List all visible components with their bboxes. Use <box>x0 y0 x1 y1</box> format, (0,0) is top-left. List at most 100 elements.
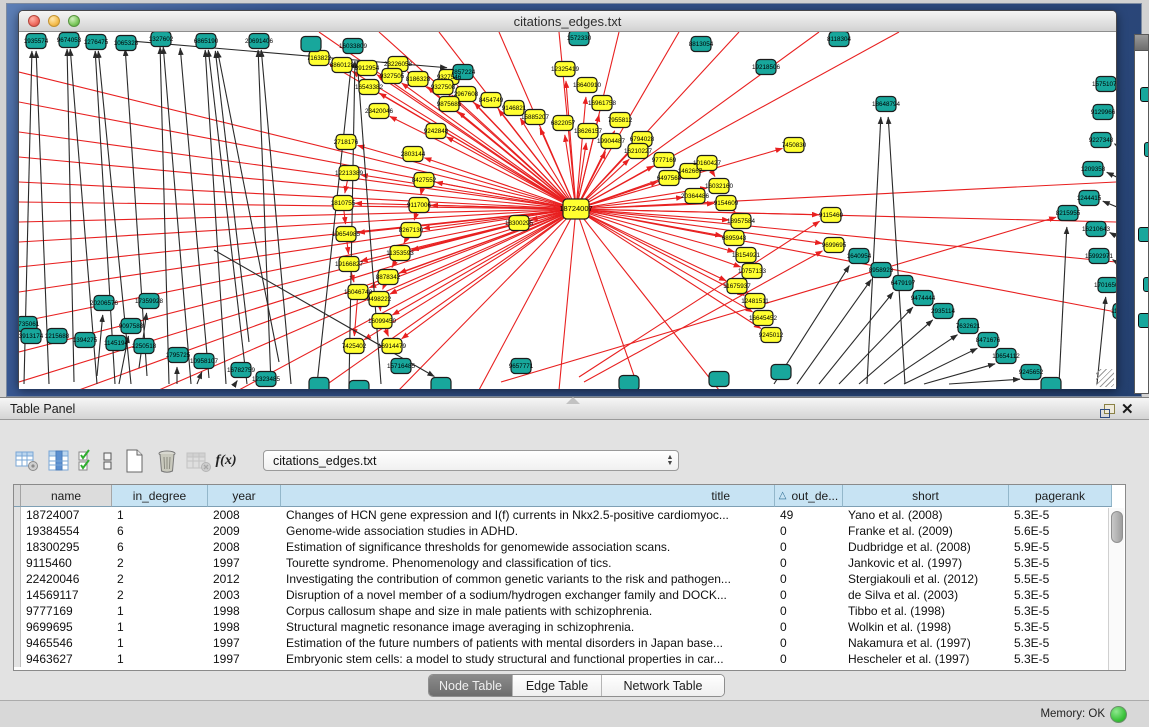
close-window-button[interactable] <box>28 15 40 27</box>
float-panel-icon[interactable] <box>1100 404 1115 417</box>
graph-node-label: 3913174 <box>19 333 44 340</box>
graph-node-label: 9245012 <box>759 332 784 339</box>
cell: Stergiakouli et al. (2012) <box>843 571 1009 587</box>
graph-node-label: 16210643 <box>1082 226 1111 233</box>
background-window-titlebar <box>1135 35 1148 51</box>
cell: 5.3E-5 <box>1009 507 1112 523</box>
table-row[interactable]: 1830029562008Estimation of significance … <box>14 539 1125 555</box>
graph-node-label: 16099459 <box>368 318 397 325</box>
cell: 2 <box>112 587 208 603</box>
cell: 1998 <box>208 603 281 619</box>
graph-node-label: 18640910 <box>573 82 602 89</box>
graph-node-label: 1250518 <box>132 343 157 350</box>
graph-node[interactable] <box>771 365 791 380</box>
graph-node-label: 9154609 <box>714 200 739 207</box>
column-header-short[interactable]: short <box>843 485 1009 507</box>
scrollbar-thumb[interactable] <box>1111 511 1123 543</box>
graph-node[interactable] <box>619 376 639 390</box>
cell: 5.3E-5 <box>1009 603 1112 619</box>
window-titlebar[interactable]: citations_edges.txt <box>19 11 1116 32</box>
column-header-name[interactable]: name <box>21 485 112 507</box>
graph-node-label: 20691406 <box>245 38 274 45</box>
graph-node[interactable] <box>1041 378 1061 390</box>
cell: 9465546 <box>21 635 112 651</box>
cell: 18724007 <box>21 507 112 523</box>
column-header-in-degree[interactable]: in_degree <box>112 485 208 507</box>
cell: 2003 <box>208 587 281 603</box>
create-attribute-icon[interactable] <box>122 448 148 474</box>
minimize-window-button[interactable] <box>48 15 60 27</box>
table-row[interactable]: 1938455462009Genome-wide association stu… <box>14 523 1125 539</box>
window-resize-grip[interactable] <box>1096 369 1114 387</box>
tab-edge-table[interactable]: Edge Table <box>513 675 602 696</box>
graph-node-label: 15751074 <box>1092 81 1116 88</box>
tab-network-table[interactable]: Network Table <box>602 675 724 696</box>
graph-node[interactable] <box>309 378 329 390</box>
table-row[interactable]: 911546021997Tourette syndrome. Phenomeno… <box>14 555 1125 571</box>
table-settings-icon[interactable] <box>14 448 40 474</box>
graph-node[interactable] <box>431 378 451 390</box>
cell: 2 <box>112 555 208 571</box>
column-header-year[interactable]: year <box>208 485 281 507</box>
function-builder-icon[interactable]: f(x) <box>218 448 234 474</box>
graph-node <box>1143 277 1149 292</box>
zoom-window-button[interactable] <box>68 15 80 27</box>
cell: de Silva et al. (2003) <box>843 587 1009 603</box>
graph-node[interactable] <box>709 372 729 387</box>
cell: 0 <box>775 523 843 539</box>
show-columns-icon[interactable] <box>46 448 72 474</box>
graph-node-label: 23226058 <box>384 61 413 68</box>
column-header-title[interactable]: title <box>281 485 775 507</box>
tab-node-table[interactable]: Node Table <box>429 675 513 696</box>
cell: Estimation of significance thresholds fo… <box>281 539 775 555</box>
graph-node-label: 12213389 <box>335 170 364 177</box>
memory-status-indicator[interactable] <box>1110 706 1127 723</box>
table-row[interactable]: 969969511998Structural magnetic resonanc… <box>14 619 1125 635</box>
close-panel-icon[interactable]: ✕ <box>1121 402 1134 418</box>
table-panel-title: Table Panel <box>10 402 75 416</box>
cell: 1 <box>112 651 208 667</box>
graph-node-label: 8912954 <box>355 65 380 72</box>
graph-node-label: 8215955 <box>1056 210 1081 217</box>
table-row[interactable]: 946554611997Estimation of the future num… <box>14 635 1125 651</box>
graph-node-label: 1810755 <box>331 200 356 207</box>
select-attributes-icon[interactable] <box>78 448 94 474</box>
panel-divider-handle[interactable] <box>566 397 580 404</box>
column-header-out-de-[interactable]: △out_de... <box>775 485 843 507</box>
cell: Estimation of the future numbers of pati… <box>281 635 775 651</box>
graph-node-label: 16645452 <box>749 315 778 322</box>
table-toolbar: f(x) <box>14 446 240 476</box>
graph-node <box>1138 227 1149 242</box>
background-network-window <box>1134 34 1149 394</box>
graph-node[interactable] <box>349 381 369 390</box>
graph-node-label: 1735061 <box>19 321 40 328</box>
network-canvas[interactable]: 1872400771638228860128891295423226058932… <box>19 32 1116 389</box>
vertical-scrollbar[interactable] <box>1108 508 1124 671</box>
graph-node-label: 2967608 <box>454 91 479 98</box>
graph-node-label: 1795725 <box>166 352 191 359</box>
graph-node-label: 9674053 <box>57 37 82 44</box>
table-selector-dropdown[interactable]: citations_edges.txt ▲▼ <box>263 450 679 471</box>
table-row[interactable]: 2242004622012Investigating the contribut… <box>14 571 1125 587</box>
graph-node-label: 10160427 <box>693 160 722 167</box>
graph-node-label: 1209358 <box>1081 166 1106 173</box>
graph-node-label: 7450830 <box>782 142 807 149</box>
cell: 1 <box>112 603 208 619</box>
delete-attribute-icon[interactable] <box>154 448 180 474</box>
graph-node-label: 13626157 <box>574 128 603 135</box>
graph-node-label: 6865190 <box>194 38 219 45</box>
graph-node-label: 19166827 <box>335 261 364 268</box>
cell: Dudbridge et al. (2008) <box>843 539 1009 555</box>
cell: 49 <box>775 507 843 523</box>
graph-node-label: 12323485 <box>252 376 281 383</box>
cell: 22420046 <box>21 571 112 587</box>
cell: Wolkin et al. (1998) <box>843 619 1009 635</box>
graph-node[interactable] <box>301 37 321 52</box>
graph-node-label: 9227348 <box>1089 137 1114 144</box>
table-row[interactable]: 1456911722003Disruption of a novel membe… <box>14 587 1125 603</box>
table-row[interactable]: 977716911998Corpus callosum shape and si… <box>14 603 1125 619</box>
table-row[interactable]: 1872400712008Changes of HCN gene express… <box>14 507 1125 523</box>
table-row[interactable]: 946362711997Embryonic stem cells: a mode… <box>14 651 1125 667</box>
row-height-icon[interactable] <box>100 448 116 474</box>
column-header-pagerank[interactable]: pagerank <box>1009 485 1112 507</box>
